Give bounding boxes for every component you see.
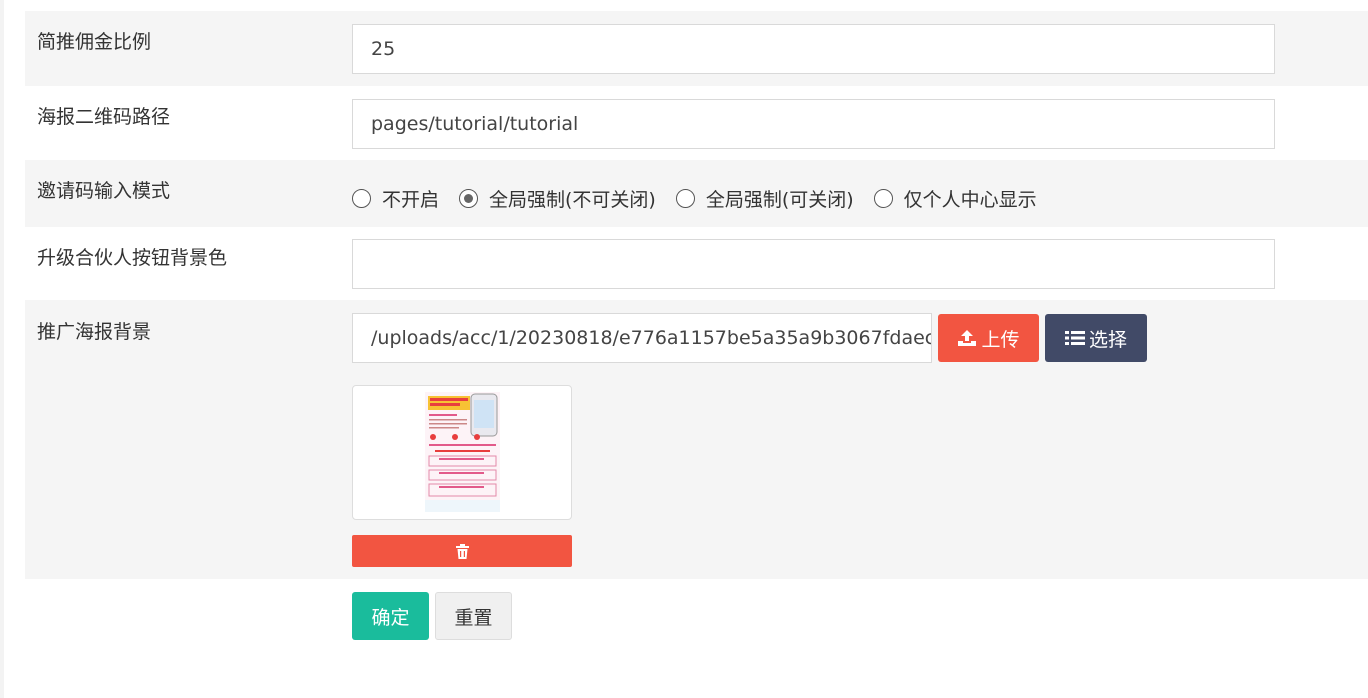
confirm-button[interactable]: 确定 (352, 592, 429, 640)
radio-button[interactable] (675, 189, 695, 208)
commission-label: 简推佣金比例 (37, 31, 152, 53)
radio-button[interactable] (352, 189, 371, 208)
upload-button-label: 上传 (981, 328, 1020, 351)
form-row-upgrade-btn-color: 升级合伙人按钮背景色 (25, 227, 1368, 300)
poster-thumbnail (352, 385, 572, 520)
form-row-commission: 简推佣金比例 25 (25, 11, 1368, 86)
delete-image-button[interactable] (352, 535, 572, 567)
radio-label: 不开启 (382, 189, 440, 211)
trash-icon (455, 543, 469, 559)
poster-preview-image (425, 392, 500, 512)
form-row-poster-bg: 推广海报背景 /uploads/acc/1/20230818/e776a1157… (25, 300, 1368, 579)
invite-mode-option-forced-no-close[interactable]: 全局强制(不可关闭) (459, 185, 656, 212)
form-row-invite-mode: 邀请码输入模式 不开启 全局强制(不可关闭) 全局强制(可关闭) 仅个人中心显示 (25, 160, 1368, 227)
radio-label: 全局强制(不可关闭) (489, 189, 656, 211)
radio-button[interactable] (873, 189, 893, 208)
form-row-qrcode-path: 海报二维码路径 pages/tutorial/tutorial (25, 86, 1368, 160)
invite-mode-label: 邀请码输入模式 (37, 180, 171, 202)
left-edge (0, 0, 4, 698)
upload-icon (958, 330, 977, 346)
upgrade-btn-color-input[interactable] (352, 239, 1275, 289)
qrcode-path-input[interactable]: pages/tutorial/tutorial (352, 99, 1275, 149)
invite-mode-radio-group: 不开启 全局强制(不可关闭) 全局强制(可关闭) 仅个人中心显示 (352, 185, 1057, 212)
invite-mode-option-forced-closable[interactable]: 全局强制(可关闭) (675, 185, 854, 212)
upload-button[interactable]: 上传 (938, 314, 1039, 362)
radio-button-checked[interactable] (459, 189, 479, 208)
commission-input[interactable]: 25 (352, 24, 1275, 74)
invite-mode-option-profile-only[interactable]: 仅个人中心显示 (873, 185, 1037, 212)
invite-mode-option-off[interactable]: 不开启 (352, 185, 439, 212)
select-button[interactable]: 选择 (1045, 314, 1147, 362)
radio-label: 仅个人中心显示 (903, 189, 1037, 211)
list-icon (1064, 331, 1085, 345)
qrcode-path-label: 海报二维码路径 (37, 106, 171, 128)
poster-bg-path-input[interactable]: /uploads/acc/1/20230818/e776a1157be5a35a… (352, 313, 932, 363)
upgrade-btn-color-label: 升级合伙人按钮背景色 (37, 247, 228, 269)
poster-bg-label: 推广海报背景 (37, 321, 152, 343)
reset-button[interactable]: 重置 (435, 592, 512, 640)
select-button-label: 选择 (1088, 328, 1127, 351)
radio-label: 全局强制(可关闭) (705, 189, 854, 211)
